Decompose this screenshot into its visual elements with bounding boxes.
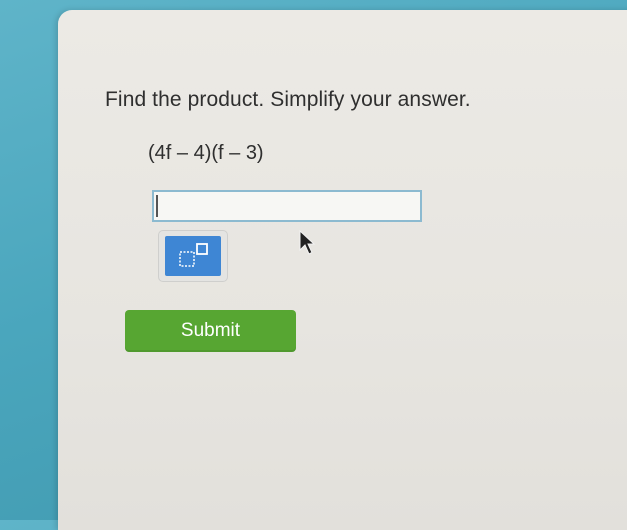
math-expression: (4f – 4)(f – 3) — [148, 142, 264, 164]
exponent-button-face — [165, 236, 221, 276]
text-caret — [156, 195, 158, 217]
superscript-box-icon — [179, 243, 208, 267]
mouse-pointer-icon — [299, 230, 316, 255]
answer-input[interactable] — [152, 190, 422, 222]
submit-button[interactable]: Submit — [125, 310, 296, 352]
exponent-button[interactable] — [158, 230, 228, 282]
question-prompt: Find the product. Simplify your answer. — [105, 88, 471, 111]
